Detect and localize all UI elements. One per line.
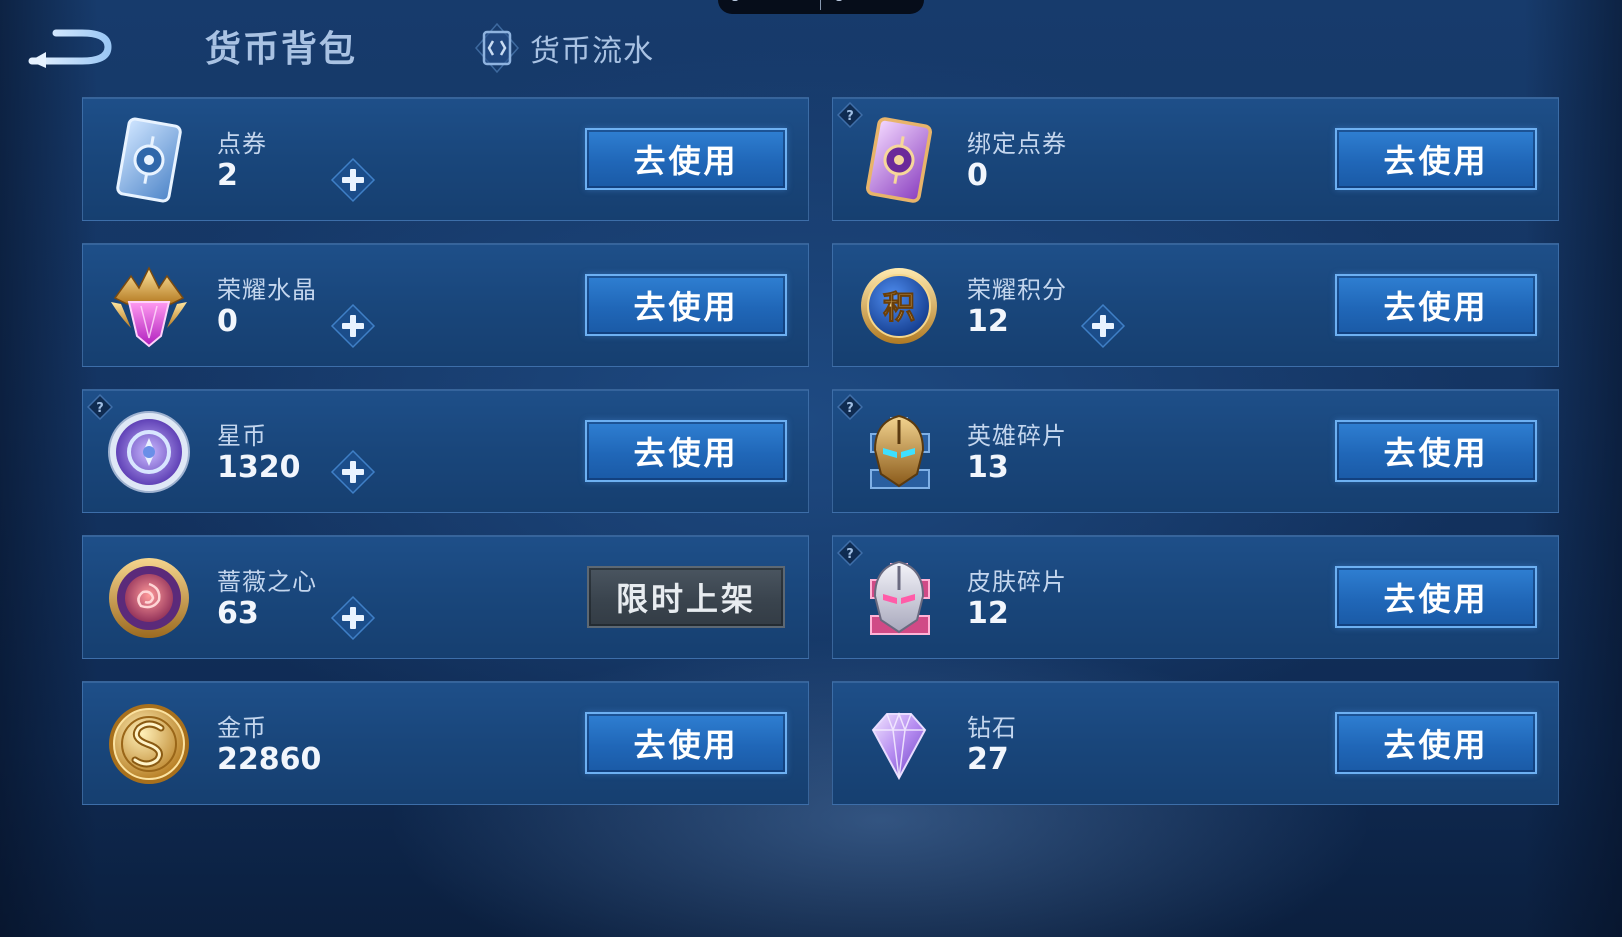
- diamond-icon: [851, 696, 947, 792]
- add-currency-button[interactable]: [329, 302, 377, 350]
- currency-card-diamond: 钻石 27 去使用: [832, 681, 1559, 805]
- use-button[interactable]: 去使用: [1335, 712, 1537, 774]
- add-currency-button[interactable]: [1079, 302, 1127, 350]
- glory-crystal-icon: [101, 258, 197, 354]
- currency-name: 荣耀水晶: [217, 276, 317, 304]
- currency-amount: 13: [967, 450, 1009, 485]
- use-button[interactable]: 去使用: [585, 420, 787, 482]
- glory-points-glyph: 积: [883, 288, 915, 326]
- currency-amount: 12: [967, 596, 1009, 631]
- gold-coin-icon: [101, 696, 197, 792]
- use-button[interactable]: 去使用: [1335, 566, 1537, 628]
- currency-card-gold-coin: 金币 22860 去使用: [82, 681, 809, 805]
- use-button[interactable]: 去使用: [585, 128, 787, 190]
- currency-name: 星币: [217, 422, 267, 450]
- currency-flow-icon: [475, 22, 519, 74]
- rose-heart-icon: [101, 550, 197, 646]
- currency-amount: 12: [967, 304, 1009, 339]
- currency-name: 钻石: [967, 714, 1017, 742]
- currency-name: 皮肤碎片: [967, 568, 1067, 596]
- notch-divider: [820, 0, 821, 10]
- star-coin-icon: [101, 404, 197, 500]
- currency-name: 金币: [217, 714, 267, 742]
- currency-name: 英雄碎片: [967, 422, 1067, 450]
- currency-name: 绑定点券: [967, 130, 1067, 158]
- plus-icon: [330, 303, 376, 349]
- currency-amount: 27: [967, 742, 1009, 777]
- use-button[interactable]: 去使用: [1335, 128, 1537, 190]
- use-button[interactable]: 去使用: [1335, 420, 1537, 482]
- currency-name: 荣耀积分: [967, 276, 1067, 304]
- status-notch: [718, 0, 924, 14]
- add-currency-button[interactable]: [329, 594, 377, 642]
- currency-flow-label: 货币流水: [530, 34, 654, 69]
- currency-card-coupon: 点券 2 去使用: [82, 97, 809, 221]
- currency-card-glory-points: 积 荣耀积分 12 去使用: [832, 243, 1559, 367]
- plus-icon: [330, 449, 376, 495]
- plus-icon: [330, 157, 376, 203]
- coupon-card-icon: [101, 112, 197, 208]
- use-button[interactable]: 去使用: [585, 274, 787, 336]
- currency-amount: 0: [967, 158, 988, 193]
- bound-coupon-card-icon: [851, 112, 947, 208]
- currency-card-hero-fragment: ? 英雄碎片 13 去使用: [832, 389, 1559, 513]
- currency-wallet-screen: 货币背包 货币流水 点券 2 去使用 ? 绑定点券 0 去使用 荣耀水晶 0 去…: [0, 0, 1622, 937]
- plus-icon: [1080, 303, 1126, 349]
- currency-card-star-coin: ? 星币 1320 去使用: [82, 389, 809, 513]
- currency-amount: 0: [217, 304, 238, 339]
- add-currency-button[interactable]: [329, 448, 377, 496]
- add-currency-button[interactable]: [329, 156, 377, 204]
- tab-currency-flow[interactable]: 货币流水: [474, 22, 654, 74]
- use-button[interactable]: 去使用: [1335, 274, 1537, 336]
- hero-fragment-icon: [851, 404, 947, 500]
- currency-amount: 63: [217, 596, 259, 631]
- currency-amount: 2: [217, 158, 238, 193]
- currency-card-skin-fragment: ? 皮肤碎片 12 去使用: [832, 535, 1559, 659]
- currency-card-glory-crystal: 荣耀水晶 0 去使用: [82, 243, 809, 367]
- currency-name: 点券: [217, 130, 267, 158]
- currency-name: 蔷薇之心: [217, 568, 317, 596]
- tab-currency-wallet[interactable]: 货币背包: [205, 20, 357, 72]
- plus-icon: [330, 595, 376, 641]
- currency-card-bound-coupon: ? 绑定点券 0 去使用: [832, 97, 1559, 221]
- currency-amount: 1320: [217, 450, 301, 485]
- notch-indicator: [836, 0, 842, 1]
- use-button[interactable]: 去使用: [585, 712, 787, 774]
- notch-indicator: [732, 0, 738, 1]
- back-button[interactable]: [26, 24, 116, 68]
- currency-card-rose-heart: 蔷薇之心 63 限时上架: [82, 535, 809, 659]
- limited-time-button[interactable]: 限时上架: [587, 566, 785, 628]
- skin-fragment-icon: [851, 550, 947, 646]
- glory-points-icon: 积: [851, 258, 947, 354]
- currency-amount: 22860: [217, 742, 322, 777]
- back-arrow-icon: [28, 29, 112, 68]
